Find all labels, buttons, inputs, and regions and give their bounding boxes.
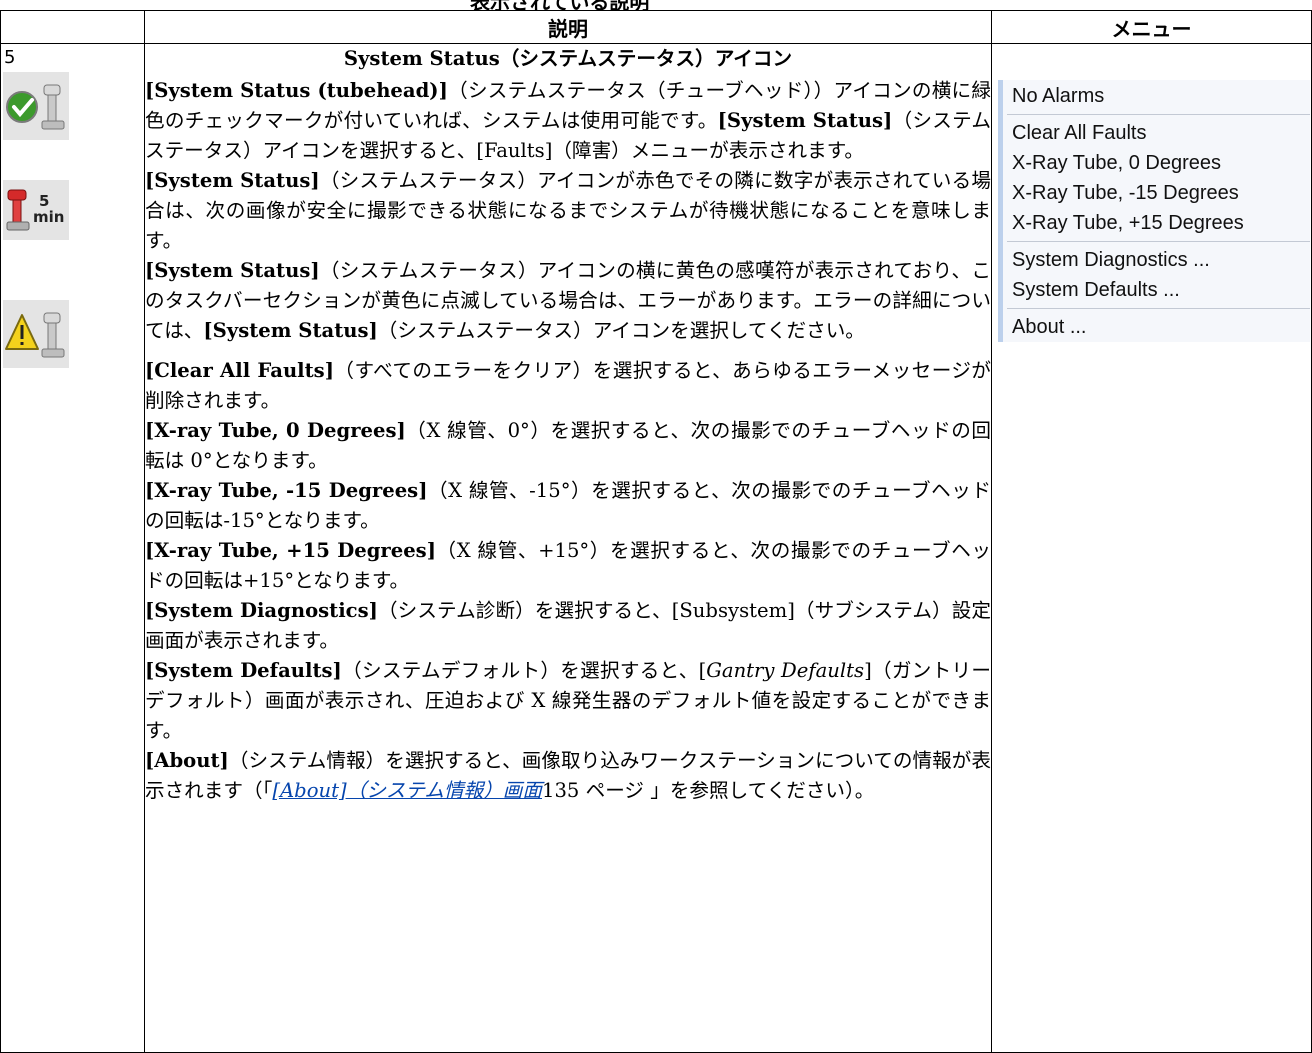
system-ok-icon [3, 72, 69, 140]
system-wait-icon: 5 min [3, 180, 69, 240]
icon-cell: 5 5 min [0, 43, 145, 1053]
menu-separator [1007, 241, 1310, 242]
table-header-row: 説明 メニュー [0, 10, 1312, 44]
menu-item-clear-all-faults[interactable]: Clear All Faults [1003, 118, 1310, 148]
menu-item-about[interactable]: About ... [1003, 312, 1310, 342]
yellow-exclamation-tubehead-icon [5, 312, 65, 358]
system-warning-icon [3, 300, 69, 368]
paragraph-xray-plus15: [X-ray Tube, +15 Degrees]（X 線管、+15°）を選択す… [145, 539, 991, 592]
paragraph-status-ok: [System Status (tubehead)]（システムステータス（チュー… [145, 79, 991, 162]
header-col-menu: メニュー [991, 10, 1312, 44]
faults-menu: No Alarms Clear All Faults X-Ray Tube, 0… [998, 80, 1310, 342]
menu-separator [1007, 114, 1310, 115]
header-col-icon [0, 10, 145, 44]
menu-item-xray-0[interactable]: X-Ray Tube, 0 Degrees [1003, 148, 1310, 178]
menu-item-no-alarms[interactable]: No Alarms [1003, 81, 1310, 111]
about-screen-link[interactable]: [About]（システム情報）画面 [272, 779, 542, 802]
paragraph-status-warning: [System Status]（システムステータス）アイコンの横に黄色の感嘆符が… [145, 259, 991, 342]
paragraph-clear-faults: [Clear All Faults]（すべてのエラーをクリア）を選択すると、あら… [145, 359, 991, 412]
paragraph-about: [About]（システム情報）を選択すると、画像取り込みワークステーションについ… [145, 749, 991, 802]
red-tubehead-5min-icon: 5 min [6, 189, 64, 231]
menu-separator [1007, 308, 1310, 309]
menu-item-system-defaults[interactable]: System Defaults ... [1003, 275, 1310, 305]
paragraph-diagnostics: [System Diagnostics]（システム診断）を選択すると、[Subs… [145, 599, 991, 652]
paragraph-xray-minus15: [X-ray Tube, -15 Degrees]（X 線管、-15°）を選択す… [145, 479, 991, 532]
header-col-description: 説明 [144, 10, 992, 44]
page-header-cropped: 表示されている説明 [0, 0, 1312, 10]
section-title: System Status（システムステータス）アイコン [343, 47, 793, 70]
green-check-tubehead-icon [6, 84, 65, 130]
description-cell: System Status（システムステータス）アイコン [System Sta… [144, 43, 992, 1053]
row-number: 5 [4, 47, 16, 68]
menu-item-xray-minus15[interactable]: X-Ray Tube, -15 Degrees [1003, 178, 1310, 208]
menu-item-system-diagnostics[interactable]: System Diagnostics ... [1003, 245, 1310, 275]
paragraph-defaults: [System Defaults]（システムデフォルト）を選択すると、[Gant… [145, 659, 992, 742]
paragraph-xray-0: [X-ray Tube, 0 Degrees]（X 線管、0°）を選択すると、次… [145, 419, 991, 472]
paragraph-status-wait: [System Status]（システムステータス）アイコンが赤色でその隣に数字… [145, 169, 992, 252]
svg-text:min: min [33, 208, 64, 226]
menu-item-xray-plus15[interactable]: X-Ray Tube, +15 Degrees [1003, 208, 1310, 238]
